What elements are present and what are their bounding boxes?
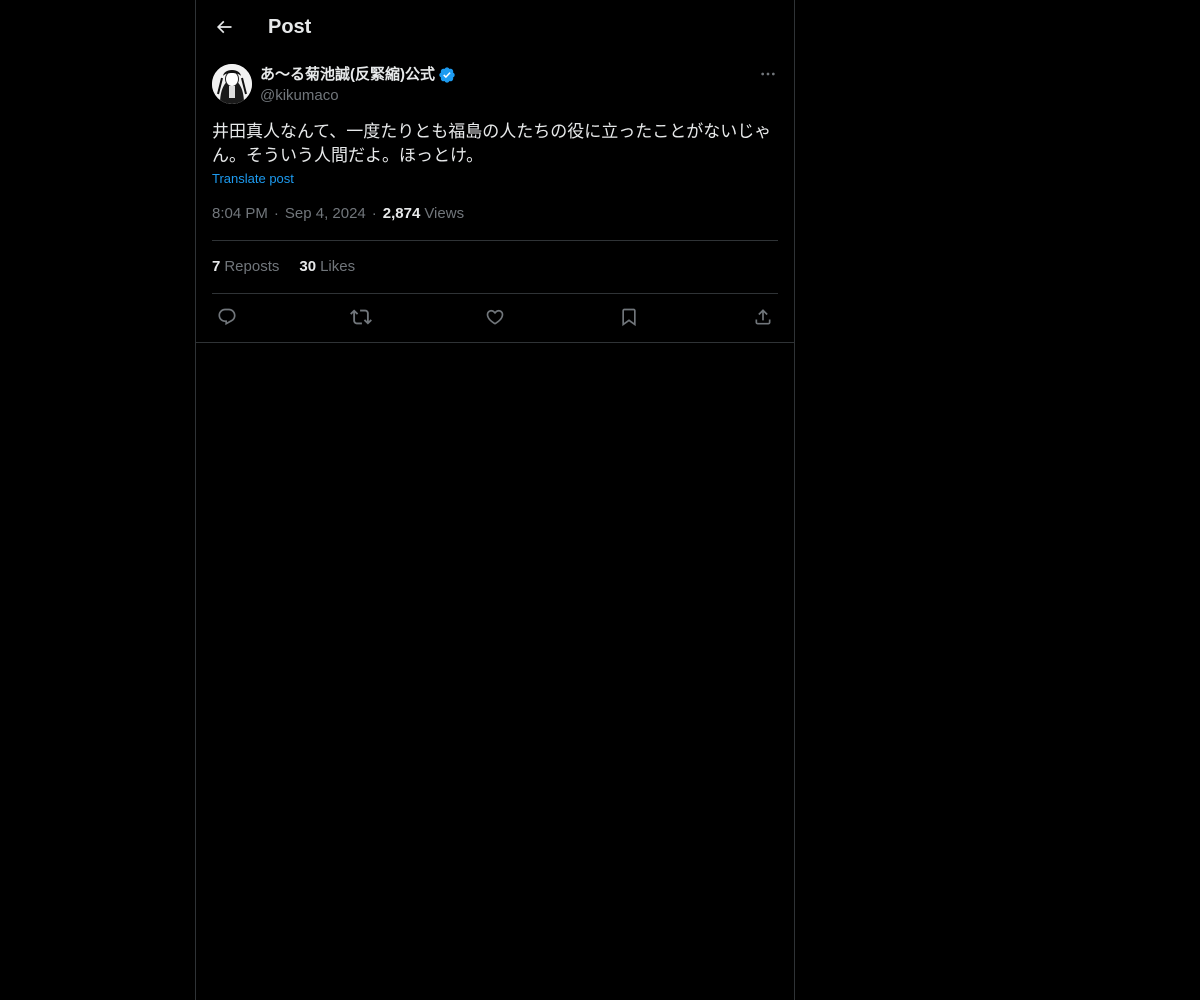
- post: あ〜る菊池誠(反緊縮)公式 @kikumaco 井田真人なんて、一度たりとも福島…: [196, 54, 794, 343]
- views-count: 2,874: [382, 205, 421, 222]
- likes-count: 30: [299, 258, 317, 275]
- more-horizontal-icon: [760, 66, 776, 82]
- post-text: 井田真人なんて、一度たりとも福島の人たちの役に立ったことがないじゃん。そういう人…: [212, 122, 772, 166]
- more-options-button[interactable]: [758, 64, 778, 84]
- like-icon: [485, 307, 505, 327]
- reposts-label: Reposts: [224, 258, 280, 275]
- repost-button[interactable]: [346, 304, 376, 330]
- reply-button[interactable]: [212, 304, 242, 330]
- bookmark-button[interactable]: [614, 304, 644, 330]
- page-title: Post: [268, 16, 312, 38]
- arrow-left-icon: [214, 17, 234, 37]
- share-button[interactable]: [748, 304, 778, 330]
- top-bar: Post: [196, 0, 794, 54]
- reposts-stat[interactable]: 7 Reposts: [212, 257, 279, 277]
- post-stats: 7 Reposts 30 Likes: [212, 257, 375, 277]
- views-label: Views: [424, 205, 465, 222]
- bookmark-icon: [619, 307, 639, 327]
- author-name[interactable]: あ〜る菊池誠(反緊縮)公式: [260, 65, 435, 85]
- divider: [212, 293, 778, 294]
- reply-icon: [217, 307, 237, 327]
- main-column: Post あ〜る菊池誠(反緊縮)公式 @kikumaco 井田真人なんて、一度た…: [195, 0, 795, 1000]
- meta-separator: ·: [371, 205, 377, 222]
- meta-separator: ·: [273, 205, 279, 222]
- author-block: あ〜る菊池誠(反緊縮)公式 @kikumaco: [260, 64, 456, 106]
- post-time[interactable]: 8:04 PM: [212, 204, 268, 224]
- avatar[interactable]: [212, 64, 252, 104]
- post-meta: 8:04 PM · Sep 4, 2024 · 2,874 Views: [212, 204, 464, 224]
- verified-badge-icon: [438, 66, 456, 84]
- share-icon: [753, 307, 773, 327]
- likes-stat[interactable]: 30 Likes: [299, 257, 355, 277]
- reposts-count: 7: [212, 258, 221, 275]
- post-date[interactable]: Sep 4, 2024: [285, 204, 366, 224]
- translate-post-link[interactable]: Translate post: [212, 170, 294, 188]
- divider: [212, 240, 778, 241]
- like-button[interactable]: [480, 304, 510, 330]
- action-bar: [212, 304, 778, 330]
- likes-label: Likes: [320, 258, 356, 275]
- repost-icon: [350, 306, 372, 328]
- back-button[interactable]: [208, 11, 240, 43]
- author-handle[interactable]: @kikumaco: [260, 86, 456, 106]
